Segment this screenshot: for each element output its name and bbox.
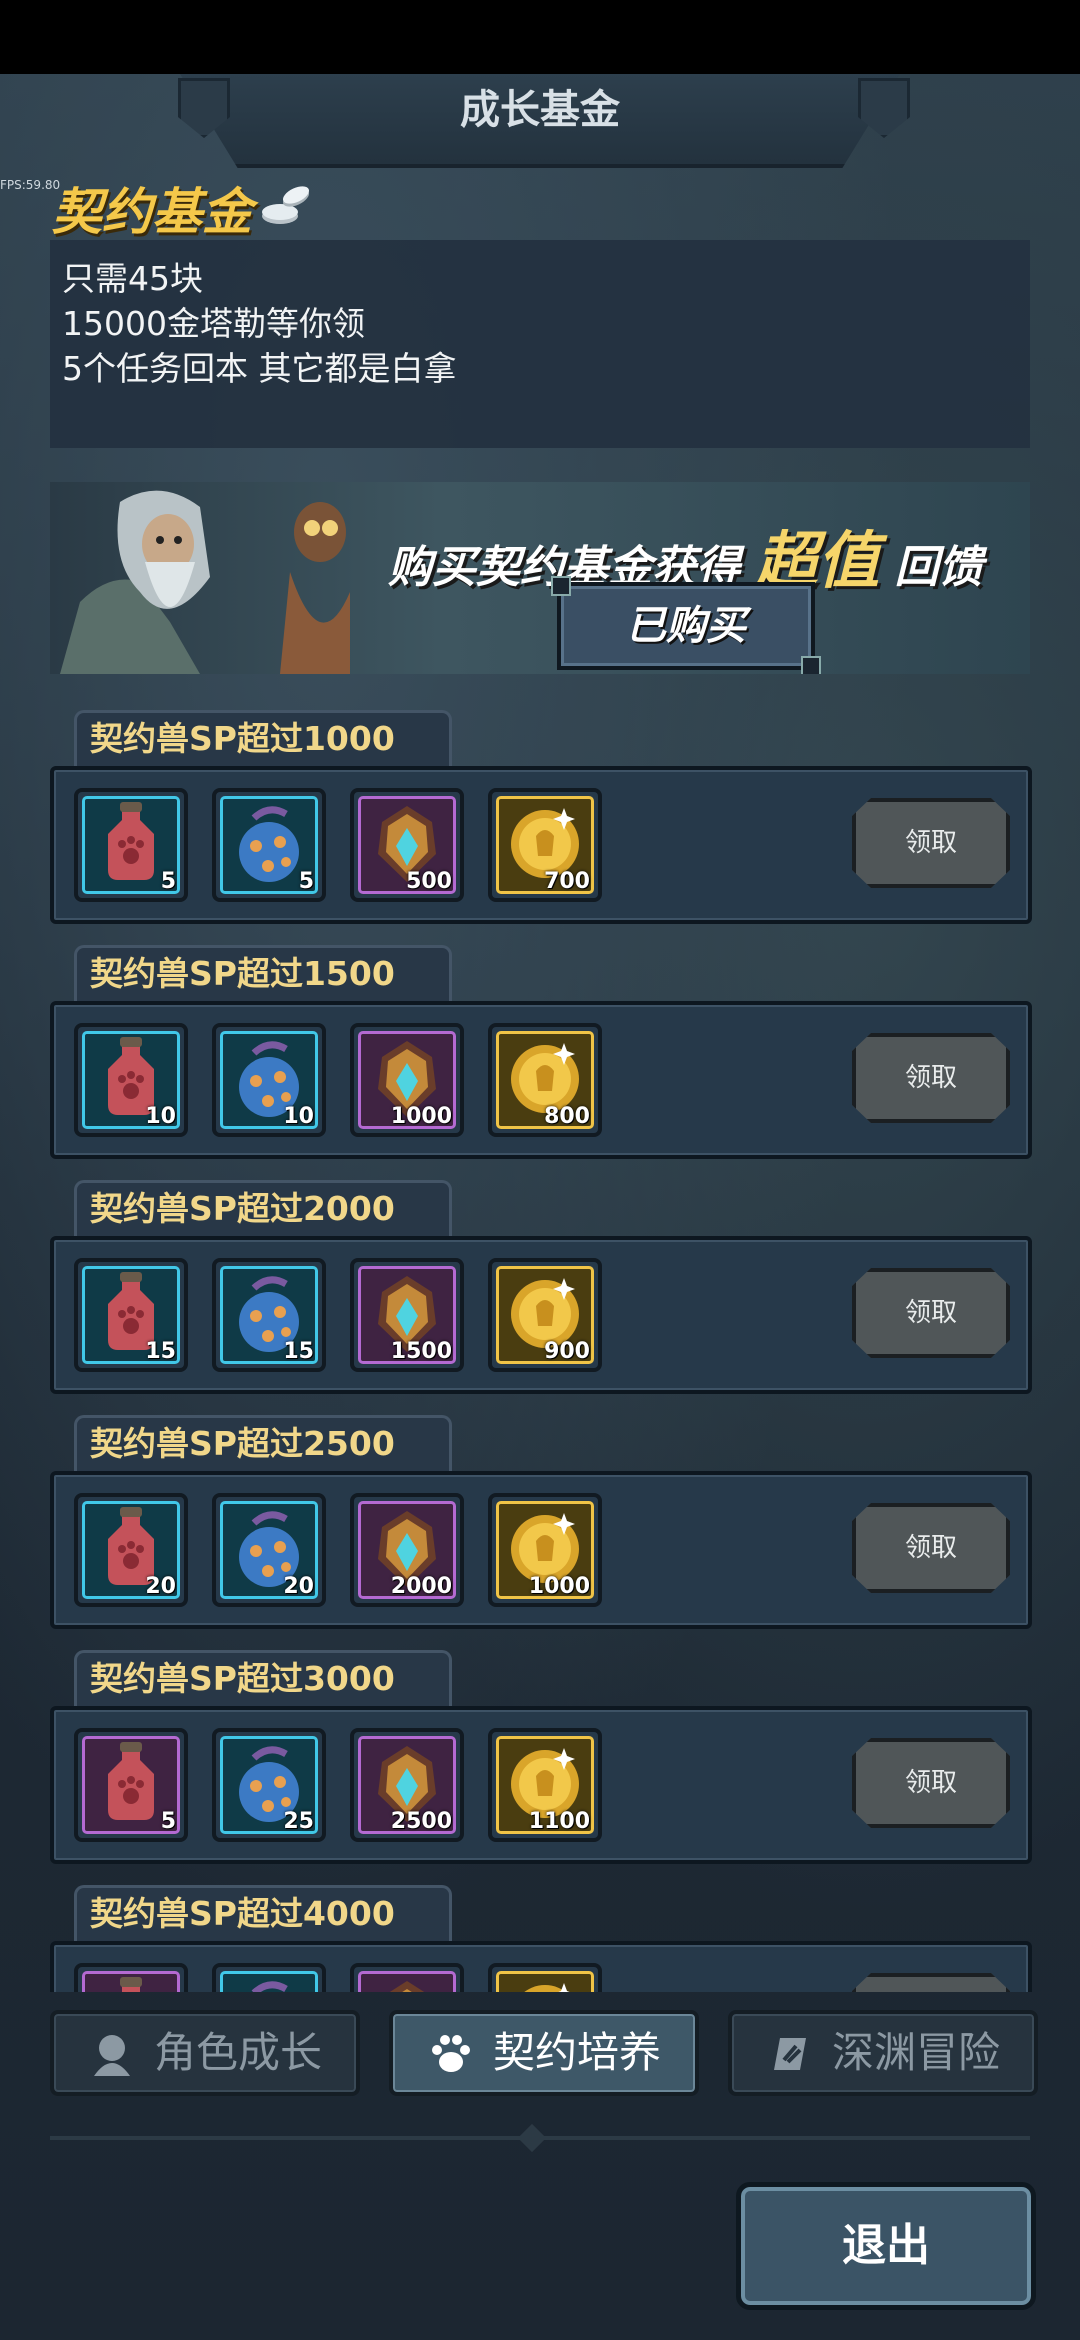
reward-slot[interactable]: 800: [488, 1023, 602, 1137]
reward-slot[interactable]: [488, 1963, 602, 1992]
page-title: 成长基金: [460, 87, 620, 133]
claim-button[interactable]: [852, 1973, 1010, 1992]
tab-character-growth[interactable]: 角色成长: [50, 2010, 360, 2096]
fund-desc-line: 只需45块: [62, 259, 203, 298]
reward-slot[interactable]: 700: [488, 788, 602, 902]
paw-icon: [432, 2035, 470, 2072]
fund-desc-line: 15000金塔勒等你领: [62, 304, 365, 343]
purchased-button[interactable]: 已购买: [551, 576, 821, 674]
claim-button[interactable]: 领取: [852, 1738, 1010, 1828]
reward-quantity: 25: [283, 1809, 314, 1834]
bottom-tabs: 角色成长 契约培养 深渊冒险: [0, 2010, 1080, 2096]
reward-slot[interactable]: 900: [488, 1258, 602, 1372]
reward-quantity: 5: [160, 1809, 176, 1834]
reward-slot[interactable]: 10: [212, 1023, 326, 1137]
claim-button[interactable]: 领取: [852, 798, 1010, 888]
reward-slot[interactable]: 15: [74, 1258, 188, 1372]
reward-quantity: 5: [298, 869, 314, 894]
reward-quantity: 10: [145, 1104, 176, 1129]
claim-button[interactable]: 领取: [852, 1268, 1010, 1358]
reward-slot[interactable]: 2500: [350, 1728, 464, 1842]
reward-tier: 契约兽SP超过1000 5 5 500 700 领取: [0, 700, 1080, 930]
reward-quantity: 15: [145, 1339, 176, 1364]
reward-quantity: 10: [283, 1104, 314, 1129]
reward-slot[interactable]: 20: [212, 1493, 326, 1607]
tab-abyss-adventure[interactable]: 深渊冒险: [728, 2010, 1038, 2096]
reward-slot[interactable]: 5: [74, 1728, 188, 1842]
corner-decoration: [551, 576, 571, 596]
tab-contract-training[interactable]: 契约培养: [389, 2010, 699, 2096]
abyss-icon: [774, 2038, 806, 2070]
character-icon: [94, 2035, 130, 2076]
tab-label: 深渊冒险: [832, 2028, 1001, 2077]
reward-slot[interactable]: 10: [74, 1023, 188, 1137]
coins-icon: [262, 186, 310, 224]
reward-quantity: 1100: [528, 1809, 590, 1834]
blue-orb-icon: [251, 1981, 288, 1992]
tab-label: 契约培养: [493, 2028, 662, 2077]
reward-slot[interactable]: 20: [74, 1493, 188, 1607]
crystal-crest-icon: [389, 1981, 425, 1992]
reward-slot[interactable]: 15: [212, 1258, 326, 1372]
reward-slot[interactable]: 25: [212, 1728, 326, 1842]
status-bar: [0, 0, 1080, 74]
reward-quantity: 20: [283, 1574, 314, 1599]
promo-banner: 购买契约基金获得 超值 回馈 已购买: [50, 482, 1030, 674]
corner-decoration: [801, 656, 821, 674]
reward-quantity: 1000: [390, 1104, 452, 1129]
tier-label: 契约兽SP超过1000: [90, 719, 395, 758]
reward-slot[interactable]: 2000: [350, 1493, 464, 1607]
reward-quantity: 800: [544, 1104, 590, 1129]
tier-label: 契约兽SP超过1500: [90, 954, 395, 993]
gold-coin-icon: [524, 1983, 570, 1992]
reward-slot[interactable]: [350, 1963, 464, 1992]
fund-title: 契约基金: [52, 183, 252, 241]
reward-slot[interactable]: 1000: [488, 1493, 602, 1607]
claim-button[interactable]: 领取: [852, 1033, 1010, 1123]
reward-tier: 契约兽SP超过2500 20 20 2000 1000 领取: [0, 1405, 1080, 1635]
exit-button[interactable]: 退出: [736, 2182, 1036, 2310]
reward-tier: 契约兽SP超过1500 10 10 1000 800 领取: [0, 935, 1080, 1165]
reward-slot[interactable]: [212, 1963, 326, 1992]
reward-slot[interactable]: 1000: [350, 1023, 464, 1137]
reward-quantity: 5: [160, 869, 176, 894]
tab-label: 角色成长: [154, 2028, 323, 2077]
tier-label: 契约兽SP超过3000: [90, 1659, 395, 1698]
reward-quantity: 1500: [390, 1339, 452, 1364]
fund-desc-line: 5个任务回本 其它都是白拿: [62, 349, 457, 388]
reward-slot[interactable]: 1500: [350, 1258, 464, 1372]
purchased-label: 已购买: [626, 603, 746, 649]
tier-label: 契约兽SP超过2500: [90, 1424, 395, 1463]
reward-quantity: 1000: [528, 1574, 590, 1599]
red-potion-icon: [120, 1977, 142, 1992]
reward-quantity: 700: [544, 869, 590, 894]
reward-slot[interactable]: 500: [350, 788, 464, 902]
reward-quantity: 500: [406, 869, 452, 894]
reward-quantity: 2500: [390, 1809, 452, 1834]
reward-quantity: 900: [544, 1339, 590, 1364]
reward-quantity: 20: [145, 1574, 176, 1599]
reward-tier: 契约兽SP超过3000 5 25 2500 1100 领取: [0, 1640, 1080, 1870]
reward-slot[interactable]: [74, 1963, 188, 1992]
tier-label: 契约兽SP超过4000: [90, 1894, 395, 1933]
reward-slot[interactable]: 1100: [488, 1728, 602, 1842]
promo-characters-image: [60, 490, 350, 674]
reward-slot[interactable]: 5: [74, 788, 188, 902]
reward-quantity: 15: [283, 1339, 314, 1364]
reward-tier: 契约兽SP超过4000: [0, 1875, 1080, 1992]
reward-quantity: 2000: [390, 1574, 452, 1599]
tier-label: 契约兽SP超过2000: [90, 1189, 395, 1228]
claim-button[interactable]: 领取: [852, 1503, 1010, 1593]
reward-slot[interactable]: 5: [212, 788, 326, 902]
reward-tier-list[interactable]: 契约兽SP超过1000 5 5 500 700 领取 契约兽SP超过1500 10 10 1000…: [0, 700, 1080, 1992]
reward-tier: 契约兽SP超过2000 15 15 1500 900 领取: [0, 1170, 1080, 1400]
